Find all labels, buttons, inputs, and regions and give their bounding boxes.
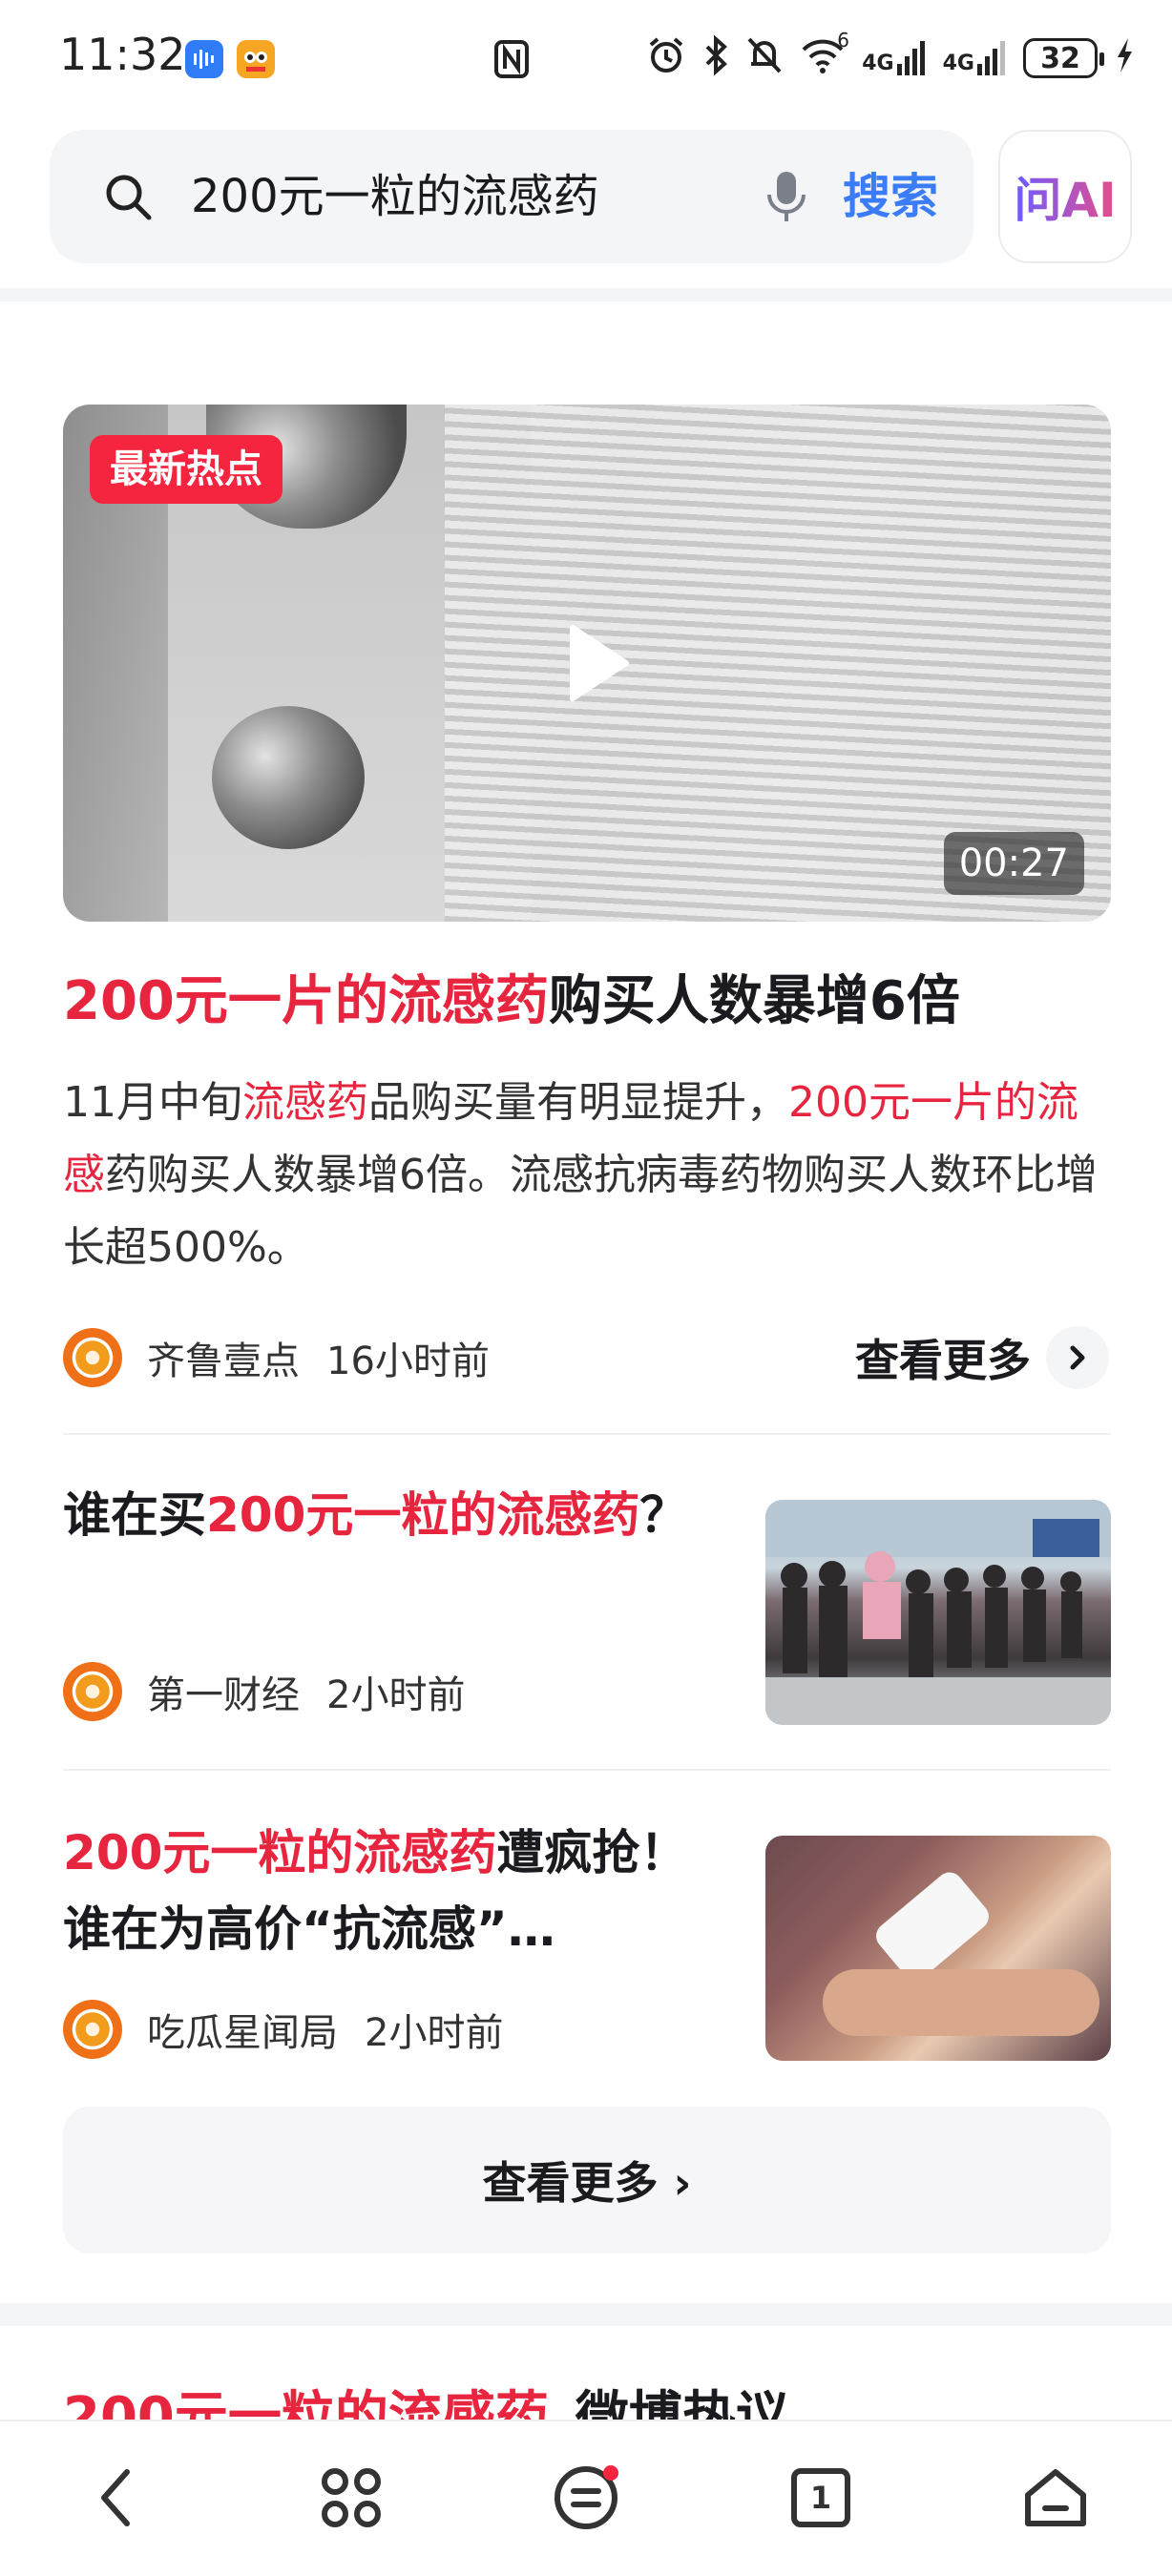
hand-image: [823, 1969, 1099, 2036]
title-highlight: 200元一粒的流感药: [63, 1825, 497, 1880]
title-highlight: 的流感药: [334, 970, 549, 1032]
title-text: 谁在买: [63, 1487, 206, 1543]
video-thumbnail-pill: [212, 706, 365, 849]
news-thumbnail[interactable]: [765, 1836, 1111, 2061]
news-meta: 吃瓜星闻局 2小时前: [63, 1996, 503, 2063]
battery-indicator: 32: [1023, 38, 1104, 78]
search-button[interactable]: 搜索: [809, 158, 972, 235]
news-thumbnail[interactable]: [765, 1500, 1111, 1725]
source-logo-icon: [63, 2000, 122, 2059]
row-divider: [63, 1433, 1111, 1435]
news-meta: 第一财经 2小时前: [63, 1658, 465, 1725]
wifi-label: 6: [837, 28, 849, 52]
video-duration: 00:27: [943, 832, 1084, 895]
featured-summary: 11月中旬流感药品购买量有明显提升，200元一片的流感药购买人数暴增6倍。流感抗…: [63, 1067, 1111, 1284]
hot-badge: 最新热点: [90, 435, 283, 504]
home-button[interactable]: [1017, 2460, 1094, 2536]
bluetooth-icon: [703, 34, 728, 82]
status-bar: 11:32 6 4G 4G 32: [0, 0, 1172, 114]
network-label-1: 4G: [862, 52, 894, 75]
search-box[interactable]: 200元一粒的流感药 搜索: [50, 130, 973, 263]
play-icon[interactable]: [559, 620, 636, 706]
summary-highlight: 200元一片: [788, 1078, 994, 1127]
voice-app-icon: [185, 40, 223, 78]
more-link-label: 查看更多: [855, 1335, 1031, 1386]
charging-icon: [1115, 36, 1134, 81]
signal-4g-2: 4G: [943, 41, 1006, 75]
game-app-icon: [237, 40, 275, 78]
back-icon: [101, 2469, 130, 2526]
featured-title[interactable]: 200元一片的流感药购买人数暴增6倍: [63, 966, 1111, 1038]
time-ago: 2小时前: [365, 2011, 504, 2055]
source-logo-icon: [63, 1328, 122, 1387]
title-highlight: 200元一粒的流感药: [206, 1487, 640, 1543]
source-name[interactable]: 齐鲁壹点: [147, 1330, 300, 1385]
chevron-right-icon: [1046, 1326, 1109, 1389]
back-button[interactable]: [78, 2460, 155, 2536]
search-icon: [106, 175, 152, 220]
search-input[interactable]: 200元一粒的流感药: [191, 164, 599, 229]
status-right-icons: 6 4G 4G 32: [646, 29, 1134, 82]
tabs-icon: 1: [791, 2468, 850, 2527]
summary-highlight: 流感药: [242, 1078, 368, 1127]
summary-text: 药购买人数暴增6倍。流感抗病毒药物购买人数环比增长超500%。: [63, 1151, 1098, 1272]
microphone-icon[interactable]: [760, 168, 813, 225]
wifi-icon: 6: [801, 29, 849, 81]
title-highlight: 200元一片: [63, 970, 335, 1032]
tabs-count: 1: [809, 2480, 832, 2516]
next-section-title[interactable]: 200元一粒的流感药_微博热议: [63, 2381, 1111, 2420]
view-more-button[interactable]: 查看更多 ›: [63, 2107, 1111, 2254]
featured-video[interactable]: 最新热点 00:27: [63, 405, 1111, 922]
mute-icon: [745, 35, 784, 82]
notification-dot: [603, 2465, 618, 2481]
section-divider: [0, 288, 1172, 301]
apps-icon: [322, 2468, 381, 2527]
home-icon: [1025, 2469, 1086, 2526]
featured-meta: 齐鲁壹点 16小时前: [63, 1324, 490, 1391]
ask-ai-label: 问AI: [1014, 162, 1116, 231]
nfc-icon: [492, 38, 531, 80]
crowd-image: [765, 1500, 1111, 1725]
title-text: 购买人数暴增6倍: [548, 970, 960, 1032]
summary-text: 品购买量有明显提升，: [368, 1078, 788, 1127]
pill-bottle-image: [870, 1866, 994, 1986]
tabs-button[interactable]: 1: [783, 2460, 859, 2536]
news-title[interactable]: 200元一粒的流感药遭疯抢！谁在为高价“抗流感”…: [63, 1815, 712, 1967]
row-divider: [63, 1769, 1111, 1771]
time-ago: 2小时前: [326, 1673, 466, 1717]
title-text: _微博热议: [548, 2386, 789, 2420]
network-label-2: 4G: [942, 52, 974, 75]
alarm-icon: [646, 35, 686, 82]
title-text: ？: [639, 1487, 688, 1543]
messages-button[interactable]: [548, 2460, 624, 2536]
source-name[interactable]: 第一财经: [147, 1664, 300, 1719]
apps-button[interactable]: [313, 2460, 389, 2536]
title-highlight: 200元一粒的流感药: [63, 2386, 549, 2420]
summary-text: 11月中旬: [63, 1078, 242, 1127]
source-name[interactable]: 吃瓜星闻局: [147, 2002, 338, 2057]
featured-more-link[interactable]: 查看更多: [855, 1324, 1109, 1391]
section-divider: [0, 2303, 1172, 2326]
signal-4g-1: 4G: [862, 41, 925, 75]
source-logo-icon: [63, 1662, 122, 1721]
bottom-nav: 1: [0, 2420, 1172, 2576]
time-ago: 16小时前: [326, 1340, 490, 1383]
status-time: 11:32: [59, 29, 186, 80]
ask-ai-button[interactable]: 问AI: [998, 130, 1132, 263]
news-title[interactable]: 谁在买200元一粒的流感药？: [63, 1477, 712, 1553]
